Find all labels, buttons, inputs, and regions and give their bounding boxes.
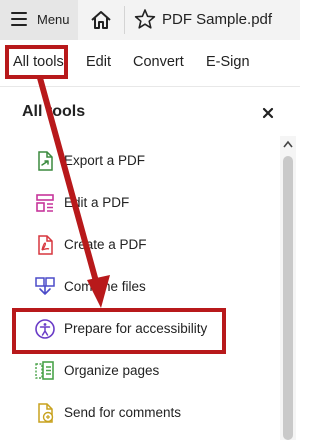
- tool-item-label: Send for comments: [64, 405, 182, 420]
- star-icon[interactable]: [134, 8, 156, 30]
- tool-item-create-pdf[interactable]: Create a PDF: [28, 231, 268, 261]
- tool-item-organize-pages[interactable]: Organize pages: [28, 357, 268, 387]
- tool-item-edit-pdf[interactable]: Edit a PDF: [28, 189, 268, 219]
- tab-e-sign[interactable]: E-Sign: [206, 54, 250, 70]
- document-title: PDF Sample.pdf: [162, 11, 273, 28]
- toolbar-divider: [124, 6, 125, 34]
- tool-item-combine-files[interactable]: Combine files: [28, 273, 268, 303]
- send-comments-icon: [38, 403, 54, 423]
- tool-item-export-pdf[interactable]: Export a PDF: [28, 147, 268, 177]
- panel-title: All tools: [22, 103, 86, 120]
- home-icon[interactable]: [90, 10, 112, 30]
- menu-label: Menu: [37, 12, 70, 27]
- top-bar: Menu PDF Sample.pdf: [0, 0, 300, 41]
- highlight-all-tools-tab: [5, 45, 68, 79]
- combine-files-icon: [35, 277, 55, 295]
- scroll-up-icon[interactable]: [283, 140, 293, 148]
- create-pdf-icon: [38, 235, 53, 255]
- tool-item-label: Create a PDF: [64, 237, 147, 252]
- close-icon[interactable]: [261, 106, 275, 120]
- organize-pages-icon: [35, 361, 54, 380]
- export-pdf-icon: [38, 151, 53, 171]
- tabs-divider: [0, 86, 300, 87]
- scrollbar-thumb[interactable]: [283, 156, 293, 440]
- tool-item-label: Combine files: [64, 279, 146, 294]
- tool-item-label: Organize pages: [64, 363, 160, 378]
- highlight-prepare-accessibility: [12, 308, 226, 354]
- tab-edit[interactable]: Edit: [86, 54, 111, 70]
- tab-convert[interactable]: Convert: [133, 54, 184, 70]
- menu-button[interactable]: Menu: [0, 0, 78, 40]
- edit-pdf-icon: [36, 194, 54, 212]
- tool-item-label: Edit a PDF: [64, 195, 130, 210]
- tool-item-label: Export a PDF: [64, 153, 146, 168]
- tool-item-send-comments[interactable]: Send for comments: [28, 399, 268, 429]
- hamburger-icon: [11, 12, 27, 26]
